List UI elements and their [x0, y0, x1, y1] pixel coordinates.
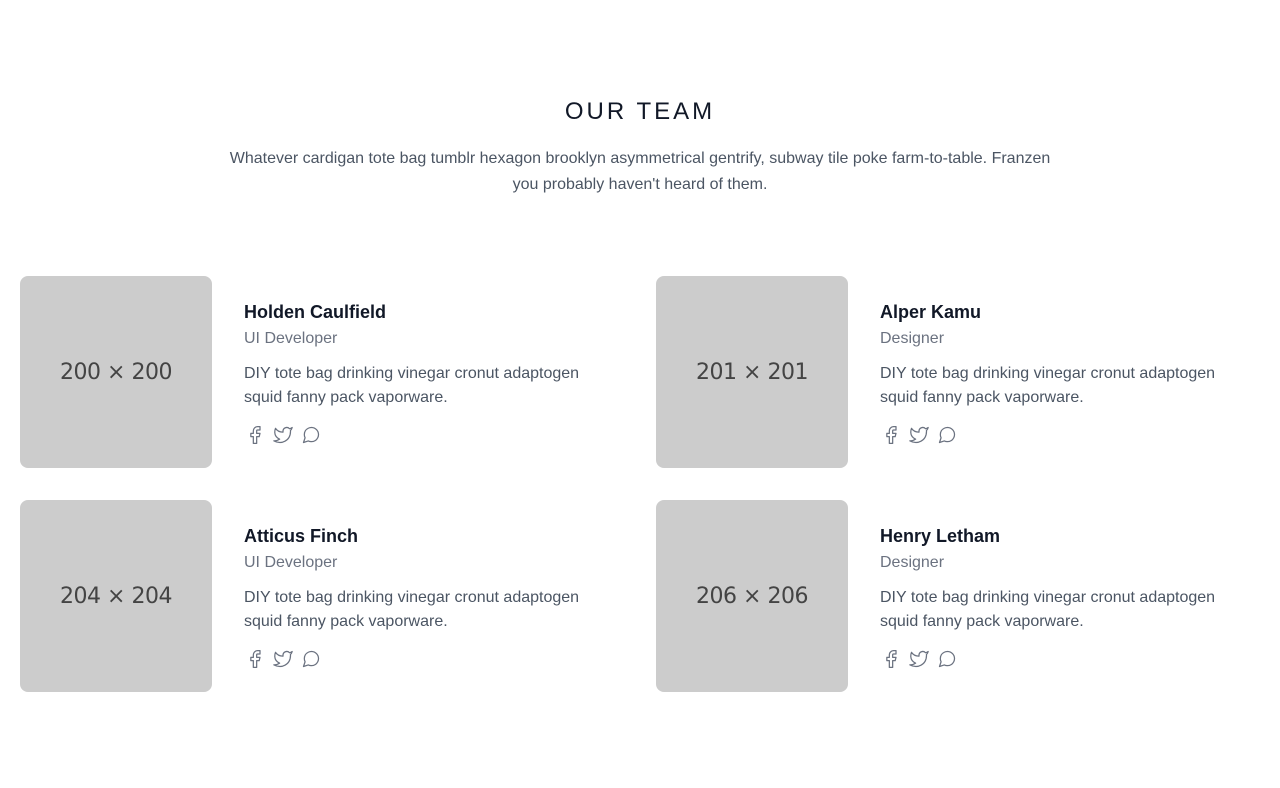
member-info: Atticus Finch UI Developer DIY tote bag …: [244, 524, 614, 670]
social-links: [244, 648, 614, 670]
member-role: Designer: [880, 554, 945, 571]
member-bio: DIY tote bag drinking vinegar cronut ada…: [244, 365, 580, 406]
member-photo-placeholder: 206 × 206: [656, 500, 848, 692]
member-name: Henry Letham: [880, 526, 1001, 546]
member-photo-placeholder: 200 × 200: [20, 276, 212, 468]
member-name: Holden Caulfield: [244, 302, 387, 322]
facebook-icon[interactable]: [880, 648, 902, 670]
team-member-card: 201 × 201 Alper Kamu Designer DIY tote b…: [656, 276, 1256, 468]
team-member-card: 200 × 200 Holden Caulfield UI Developer …: [20, 276, 620, 468]
chat-icon[interactable]: [936, 648, 958, 670]
social-links: [880, 648, 1250, 670]
team-member-card: 204 × 204 Atticus Finch UI Developer DIY…: [20, 500, 620, 692]
section-subtitle: Whatever cardigan tote bag tumblr hexago…: [229, 150, 1051, 193]
section-title: OUR TEAM: [564, 98, 716, 125]
social-links: [880, 424, 1250, 446]
facebook-icon[interactable]: [244, 648, 266, 670]
social-links: [244, 424, 614, 446]
facebook-icon[interactable]: [244, 424, 266, 446]
twitter-icon[interactable]: [272, 424, 294, 446]
member-bio: DIY tote bag drinking vinegar cronut ada…: [244, 589, 580, 630]
member-role: UI Developer: [244, 330, 338, 347]
twitter-icon[interactable]: [272, 648, 294, 670]
member-role: Designer: [880, 330, 945, 347]
twitter-icon[interactable]: [908, 648, 930, 670]
twitter-icon[interactable]: [908, 424, 930, 446]
chat-icon[interactable]: [300, 648, 322, 670]
member-info: Alper Kamu Designer DIY tote bag drinkin…: [880, 300, 1250, 446]
facebook-icon[interactable]: [880, 424, 902, 446]
member-bio: DIY tote bag drinking vinegar cronut ada…: [880, 589, 1216, 630]
member-bio: DIY tote bag drinking vinegar cronut ada…: [880, 365, 1216, 406]
member-info: Henry Letham Designer DIY tote bag drink…: [880, 524, 1250, 670]
chat-icon[interactable]: [936, 424, 958, 446]
member-info: Holden Caulfield UI Developer DIY tote b…: [244, 300, 614, 446]
team-member-card: 206 × 206 Henry Letham Designer DIY tote…: [656, 500, 1256, 692]
member-name: Atticus Finch: [244, 526, 359, 546]
team-section: OUR TEAM Whatever cardigan tote bag tumb…: [0, 0, 1280, 788]
member-photo-placeholder: 201 × 201: [656, 276, 848, 468]
member-name: Alper Kamu: [880, 302, 982, 322]
member-role: UI Developer: [244, 554, 338, 571]
member-photo-placeholder: 204 × 204: [20, 500, 212, 692]
chat-icon[interactable]: [300, 424, 322, 446]
